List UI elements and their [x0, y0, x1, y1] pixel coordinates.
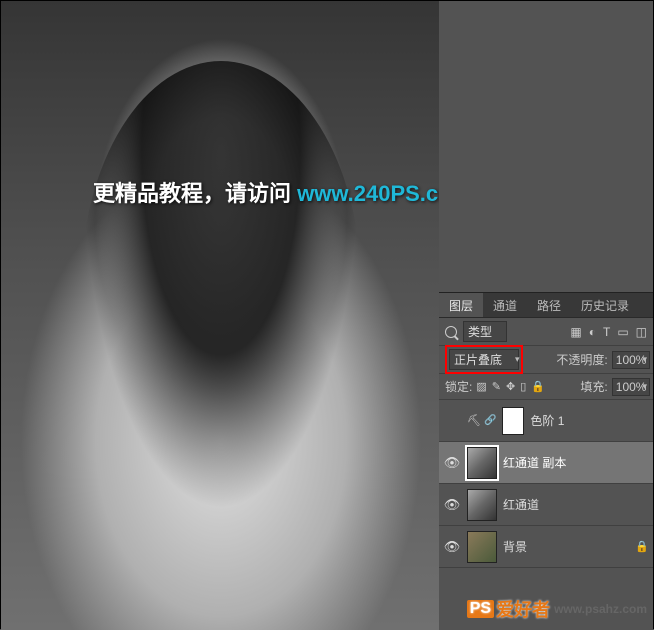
opacity-label: 不透明度: — [556, 351, 607, 368]
lock-all-icon[interactable]: 🔒 — [531, 380, 545, 393]
link-icon: 🔗 — [484, 415, 496, 426]
canvas-area[interactable]: 更精品教程，请访问 www.240PS.com — [1, 1, 441, 630]
lock-brush-icon[interactable]: ✎ — [492, 380, 501, 393]
layer-thumb[interactable] — [467, 447, 497, 479]
layers-panel: 类型 ▾ ▦ ◐ T ▭ ◫ 正片叠底 ▾ 不透明度: 100% ▾ 锁定: ▨… — [439, 318, 653, 568]
panels-area: 图层 通道 路径 历史记录 类型 ▾ ▦ ◐ T ▭ ◫ 正片叠底 ▾ 不透明度… — [439, 1, 653, 630]
layer-row-background[interactable]: 👁 背景 🔒 — [439, 526, 653, 568]
watermark-url: www.240PS.com — [297, 181, 441, 206]
brand-text: 爱好者 — [496, 596, 550, 622]
blend-mode-highlight: 正片叠底 — [445, 345, 523, 374]
watermark-label: 更精品教程，请访问 — [93, 181, 297, 206]
layer-row-red-copy[interactable]: 👁 红通道 副本 — [439, 442, 653, 484]
lock-label: 锁定: — [445, 378, 472, 395]
tab-history[interactable]: 历史记录 — [571, 293, 639, 317]
layer-name[interactable]: 红通道 副本 — [503, 454, 566, 471]
tab-paths[interactable]: 路径 — [527, 293, 571, 317]
blend-mode-row: 正片叠底 ▾ 不透明度: 100% ▾ — [439, 346, 653, 374]
adjustment-extras: ⛏ 🔗 — [467, 414, 496, 427]
filter-type-select[interactable]: 类型 — [463, 321, 507, 342]
filter-image-icon[interactable]: ▦ — [570, 325, 581, 339]
levels-icon: ⛏ — [467, 414, 481, 427]
lock-move-icon[interactable]: ✥ — [506, 380, 515, 393]
opacity-input[interactable]: 100% — [612, 351, 651, 369]
visibility-toggle[interactable]: 👁 — [443, 455, 461, 471]
lock-icon: 🔒 — [635, 540, 649, 553]
filter-smartobj-icon[interactable]: ◫ — [636, 325, 647, 339]
layer-thumb[interactable] — [467, 489, 497, 521]
lock-transparency-icon[interactable]: ▨ — [476, 380, 486, 393]
visibility-toggle[interactable]: 👁 — [443, 497, 461, 513]
filter-shape-icon[interactable]: ▭ — [617, 325, 628, 339]
blend-mode-select[interactable]: 正片叠底 — [449, 349, 519, 370]
layer-name[interactable]: 色阶 1 — [530, 412, 564, 429]
panel-tabs: 图层 通道 路径 历史记录 — [439, 292, 653, 318]
visibility-toggle[interactable]: 👁 — [443, 539, 461, 555]
watermark-text: 更精品教程，请访问 www.240PS.com — [93, 176, 441, 208]
search-icon[interactable] — [445, 326, 457, 338]
lock-icons: ▨ ✎ ✥ ▯ 🔒 — [476, 380, 545, 393]
watermark-corner: PS 爱好者 www.psahz.com — [467, 596, 647, 622]
filter-adjustment-icon[interactable]: ◐ — [589, 325, 596, 339]
lock-row: 锁定: ▨ ✎ ✥ ▯ 🔒 填充: 100% ▾ — [439, 374, 653, 400]
brand-badge: PS — [467, 600, 494, 618]
layer-row-levels[interactable]: ⛏ 🔗 色阶 1 — [439, 400, 653, 442]
layer-name[interactable]: 红通道 — [503, 496, 539, 513]
layer-row-red[interactable]: 👁 红通道 — [439, 484, 653, 526]
fill-label: 填充: — [580, 378, 607, 395]
filter-text-icon[interactable]: T — [603, 325, 610, 339]
tab-layers[interactable]: 图层 — [439, 293, 483, 317]
layers-list: ⛏ 🔗 色阶 1 👁 红通道 副本 👁 红通道 👁 背景 🔒 — [439, 400, 653, 568]
layer-thumb[interactable] — [467, 531, 497, 563]
image-detail — [81, 61, 361, 511]
filter-icons: ▦ ◐ T ▭ ◫ — [570, 325, 647, 339]
tab-channels[interactable]: 通道 — [483, 293, 527, 317]
layer-filter-row: 类型 ▾ ▦ ◐ T ▭ ◫ — [439, 318, 653, 346]
brand-domain: www.psahz.com — [554, 602, 647, 616]
image-content — [1, 1, 441, 630]
layer-name[interactable]: 背景 — [503, 538, 527, 555]
fill-input[interactable]: 100% — [612, 378, 651, 396]
layer-mask-thumb[interactable] — [502, 407, 524, 435]
lock-artboard-icon[interactable]: ▯ — [520, 380, 526, 393]
